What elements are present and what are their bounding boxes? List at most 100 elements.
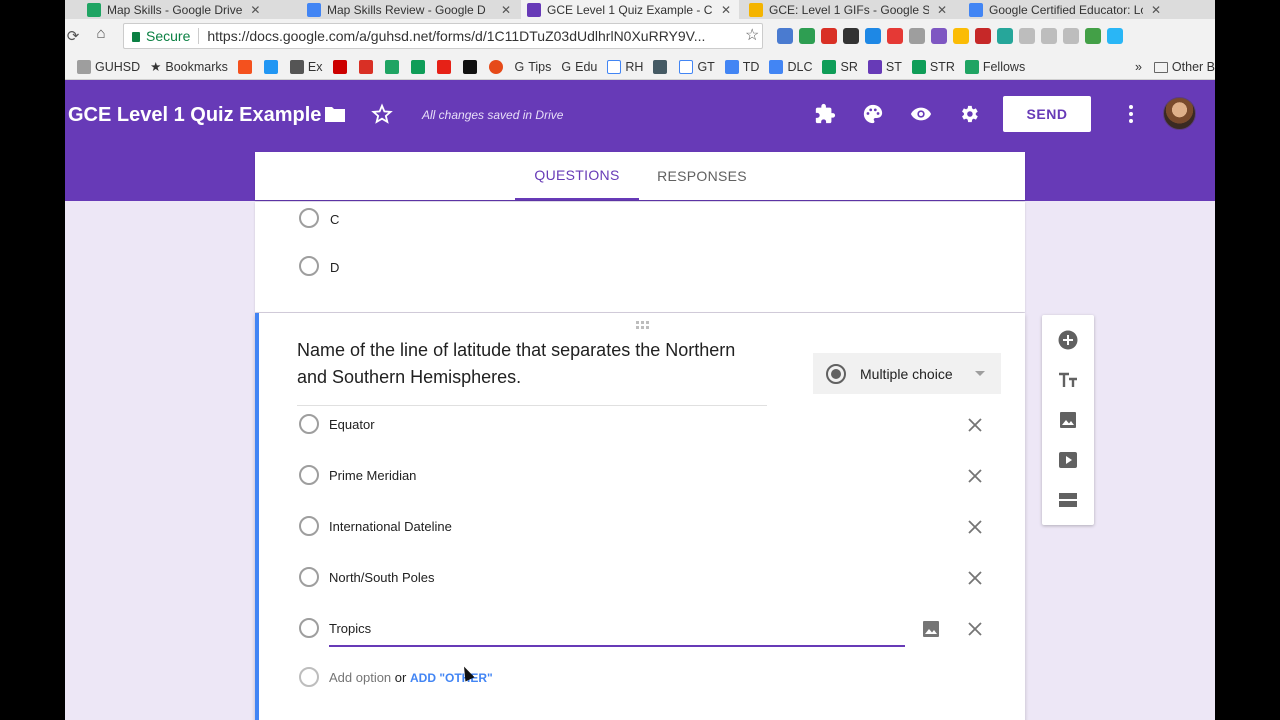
- close-tab-icon[interactable]: ✕: [721, 3, 731, 17]
- extension-icon[interactable]: [1019, 28, 1035, 44]
- close-tab-icon[interactable]: ✕: [1151, 3, 1161, 17]
- browser-tab-active[interactable]: GCE Level 1 Quiz Example - C ✕: [521, 0, 739, 19]
- star-icon[interactable]: [370, 102, 394, 126]
- extension-icon[interactable]: [843, 28, 859, 44]
- drag-handle-icon[interactable]: [636, 321, 649, 329]
- close-tab-icon[interactable]: ✕: [937, 3, 947, 17]
- bookmark-edu[interactable]: G Edu: [561, 60, 597, 74]
- lock-icon: [132, 32, 140, 42]
- option-input[interactable]: Equator: [329, 417, 375, 432]
- gmail-icon[interactable]: [821, 28, 837, 44]
- extension-icon[interactable]: [1107, 28, 1123, 44]
- extension-icon[interactable]: [909, 28, 925, 44]
- extension-icon[interactable]: [865, 28, 881, 44]
- browser-tab[interactable]: Map Skills Review - Google D ✕: [307, 0, 517, 19]
- settings-gear-icon[interactable]: [957, 102, 981, 126]
- bookmark-classroom[interactable]: [410, 59, 429, 74]
- close-tab-icon[interactable]: ✕: [250, 3, 260, 17]
- option-input[interactable]: International Dateline: [329, 519, 452, 534]
- bookmark-td[interactable]: TD: [724, 59, 759, 74]
- form-title[interactable]: GCE Level 1 Quiz Example: [68, 104, 321, 127]
- bookmark-p[interactable]: [488, 59, 507, 74]
- extension-icon[interactable]: [777, 28, 793, 44]
- extension-icon[interactable]: [997, 28, 1013, 44]
- bookmark-drive[interactable]: [384, 59, 403, 74]
- extension-icon[interactable]: [887, 28, 903, 44]
- bookmark-rh[interactable]: RH: [607, 59, 643, 74]
- folder-icon[interactable]: [323, 102, 347, 126]
- bookmark-building[interactable]: [653, 59, 671, 74]
- add-question-icon[interactable]: [1056, 328, 1080, 352]
- other-bookmarks[interactable]: » Other B: [1128, 54, 1215, 79]
- palette-icon[interactable]: [861, 102, 885, 126]
- option-input[interactable]: Tropics: [329, 621, 371, 636]
- option-label[interactable]: D: [330, 260, 339, 275]
- avatar[interactable]: [1163, 97, 1196, 130]
- extension-icon[interactable]: [953, 28, 969, 44]
- bookmark-tips[interactable]: G Tips: [515, 60, 552, 74]
- extension-icon[interactable]: [1063, 28, 1079, 44]
- bookmark-sr[interactable]: SR: [822, 59, 858, 74]
- option-input[interactable]: North/South Poles: [329, 570, 435, 585]
- bookmark-st[interactable]: ST: [867, 59, 902, 74]
- bookmark-d[interactable]: [462, 59, 481, 74]
- more-options-icon[interactable]: [1123, 102, 1139, 126]
- browser-toolbar: ⟳ ⌂ Secure https://docs.google.com/a/guh…: [65, 19, 1215, 54]
- add-image-icon[interactable]: [919, 617, 943, 641]
- tab-questions[interactable]: QUESTIONS: [515, 152, 639, 200]
- bookmark-icon-link[interactable]: [237, 59, 256, 74]
- radio-button[interactable]: [299, 208, 319, 228]
- home-icon[interactable]: ⌂: [87, 25, 115, 42]
- option-label[interactable]: C: [330, 212, 339, 227]
- radio-button: [299, 516, 319, 536]
- remove-option-icon[interactable]: [963, 566, 987, 590]
- question-type-dropdown[interactable]: Multiple choice: [813, 353, 1001, 394]
- browser-tab[interactable]: Map Skills - Google Drive ✕: [87, 0, 293, 19]
- bookmark-dlc[interactable]: DLC: [769, 59, 812, 74]
- extension-icon[interactable]: [1041, 28, 1057, 44]
- bookmark-gt[interactable]: GT: [679, 59, 715, 74]
- bookmark-gmail[interactable]: [358, 59, 377, 74]
- address-bar[interactable]: Secure https://docs.google.com/a/guhsd.n…: [123, 23, 763, 49]
- remove-option-icon[interactable]: [963, 617, 987, 641]
- remove-option-icon[interactable]: [963, 413, 987, 437]
- remove-option-icon[interactable]: [963, 464, 987, 488]
- add-option-row: Add option or ADD "OTHER": [259, 658, 1025, 698]
- add-video-icon[interactable]: [1056, 448, 1080, 472]
- bookmark-fellows[interactable]: Fellows: [964, 59, 1025, 74]
- question-title-input[interactable]: Name of the line of latitude that separa…: [297, 337, 767, 406]
- bookmark-icon-link[interactable]: [263, 59, 282, 74]
- bookmark-youtube[interactable]: [436, 59, 455, 74]
- extension-icon[interactable]: [1085, 28, 1101, 44]
- option-input[interactable]: Prime Meridian: [329, 468, 416, 483]
- drive-icon: [87, 2, 101, 17]
- classroom-icon: [410, 59, 425, 74]
- bookmark-str[interactable]: STR: [911, 59, 955, 74]
- more-bookmarks-icon[interactable]: »: [1135, 60, 1142, 74]
- bookmark-guhsd[interactable]: GUHSD: [77, 59, 140, 74]
- remove-option-icon[interactable]: [963, 515, 987, 539]
- extension-icon[interactable]: [975, 28, 991, 44]
- radio-button[interactable]: [299, 256, 319, 276]
- browser-tab[interactable]: GCE: Level 1 GIFs - Google S ✕: [749, 0, 961, 19]
- tab-responses[interactable]: RESPONSES: [651, 152, 753, 200]
- bookmark-bookmarks[interactable]: ★ Bookmarks: [150, 59, 228, 75]
- addons-puzzle-icon[interactable]: [813, 102, 837, 126]
- send-button[interactable]: SEND: [1003, 96, 1091, 132]
- close-tab-icon[interactable]: ✕: [501, 3, 511, 17]
- add-option-link[interactable]: Add option: [329, 670, 391, 685]
- docs-icon: [307, 2, 321, 17]
- preview-eye-icon[interactable]: [909, 102, 933, 126]
- add-section-icon[interactable]: [1056, 488, 1080, 512]
- add-other-button[interactable]: ADD "OTHER": [410, 671, 493, 685]
- browser-tab[interactable]: Google Certified Educator: Lc ✕: [969, 0, 1169, 19]
- extension-icon[interactable]: [799, 28, 815, 44]
- slides-icon: [749, 2, 763, 17]
- bookmark-ex[interactable]: Ex: [289, 59, 323, 74]
- add-image-icon[interactable]: [1056, 408, 1080, 432]
- extension-icon[interactable]: [931, 28, 947, 44]
- add-title-icon[interactable]: [1056, 368, 1080, 392]
- reload-icon[interactable]: ⟳: [65, 27, 87, 45]
- bookmark-cnn[interactable]: [332, 59, 351, 74]
- bookmark-star-icon[interactable]: ☆: [745, 25, 759, 45]
